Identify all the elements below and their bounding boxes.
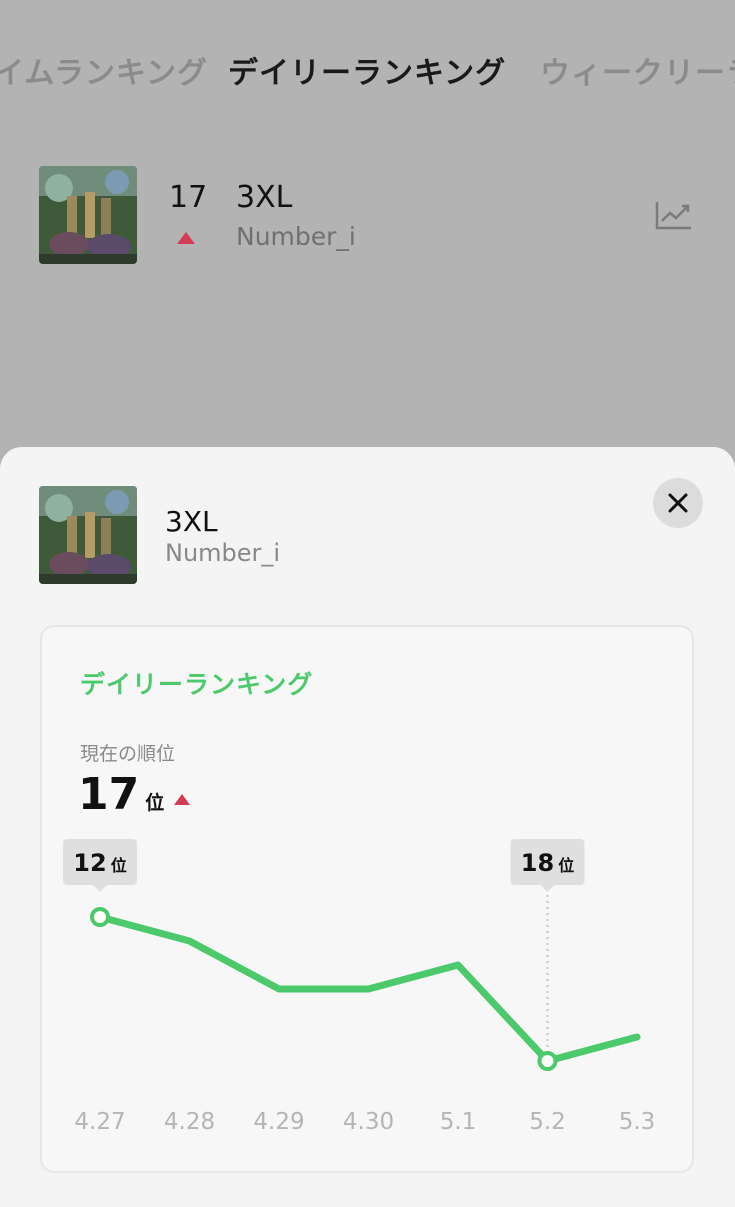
rank-up-icon <box>177 232 195 244</box>
rank-history-sheet: 3XL Number_i デイリーランキング 現在の順位 17 位 12 位 18 位… <box>0 447 735 1207</box>
rank-callout: 18 位 <box>510 839 585 892</box>
x-tick-label: 5.3 <box>619 1109 656 1135</box>
x-tick-label: 4.29 <box>253 1109 304 1135</box>
list-rank: 17 <box>169 180 208 215</box>
list-artist: Number_i <box>236 222 356 251</box>
tab-realtime-ranking[interactable]: イムランキング <box>0 48 208 92</box>
sheet-artist: Number_i <box>165 539 281 567</box>
close-icon <box>668 493 688 513</box>
x-tick-label: 4.27 <box>74 1109 125 1135</box>
data-point <box>90 907 110 927</box>
x-tick-label: 4.30 <box>343 1109 394 1135</box>
rank-line-chart: 12 位 18 位 4.27 4.28 4.29 4.30 5.1 5.2 5.3 <box>63 839 656 1135</box>
sheet-album-art <box>39 486 137 584</box>
close-button[interactable] <box>653 478 703 528</box>
tab-daily-ranking[interactable]: デイリーランキング <box>228 48 506 92</box>
rank-series-line <box>96 913 641 1065</box>
list-title: 3XL <box>236 180 293 215</box>
x-tick-label: 4.28 <box>164 1109 215 1135</box>
x-tick-label: 5.2 <box>529 1109 566 1135</box>
data-point <box>537 1051 558 1071</box>
tab-weekly-ranking[interactable]: ウィークリーラ <box>540 48 735 92</box>
x-tick-label: 5.1 <box>440 1109 477 1135</box>
ranking-tabs: イムランキング デイリーランキング ウィークリーラ <box>0 34 735 104</box>
ranking-list-item[interactable]: 17 3XL Number_i <box>39 166 699 266</box>
sheet-title: 3XL <box>165 505 218 538</box>
chart-icon[interactable] <box>655 200 693 230</box>
ranking-chart-card: デイリーランキング 現在の順位 17 位 12 位 18 位 4.27 4.28 4.29 4… <box>40 625 694 1173</box>
rank-callout: 12 位 <box>63 839 137 892</box>
album-art <box>39 166 137 264</box>
